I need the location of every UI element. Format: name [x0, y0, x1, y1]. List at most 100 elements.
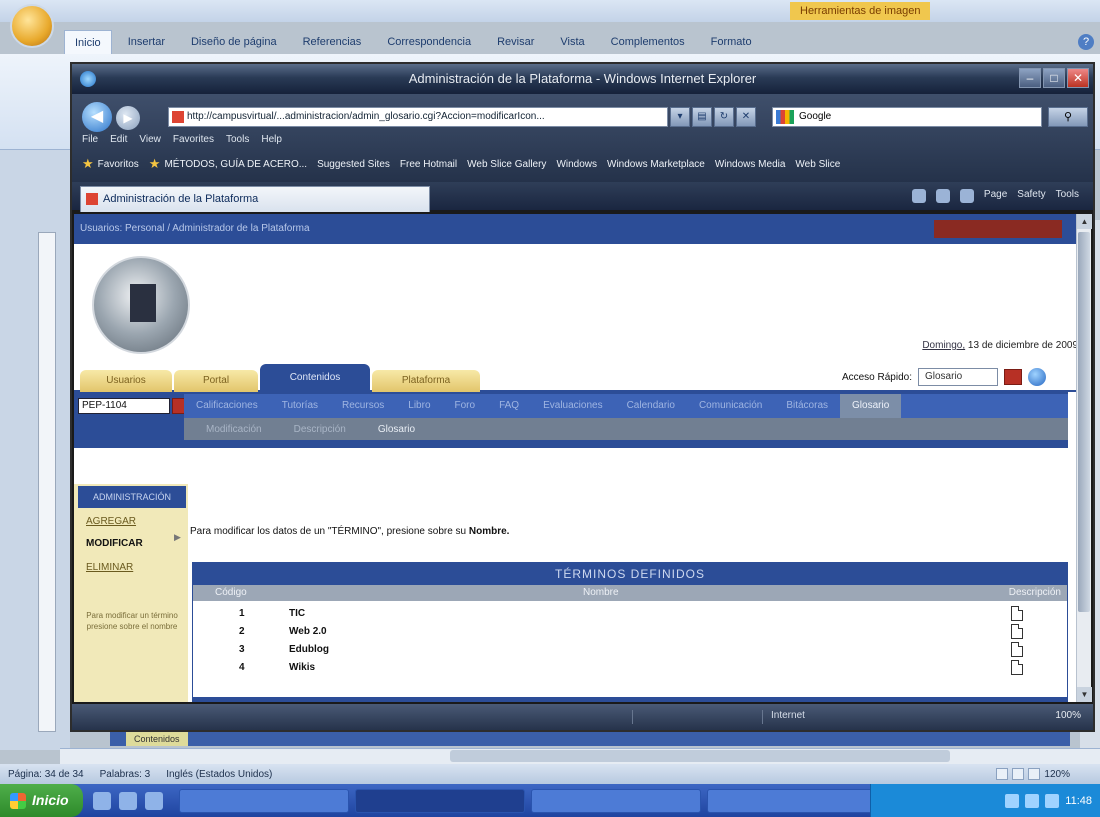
favorite-link[interactable]: Web Slice Gallery	[467, 156, 546, 172]
sidebar-item-eliminar[interactable]: ELIMINAR	[86, 562, 133, 573]
document-icon[interactable]	[1011, 660, 1023, 675]
subnav-item-glosario[interactable]: Glosario	[840, 394, 902, 418]
taskbar-window-button[interactable]	[530, 788, 701, 813]
cmd-page[interactable]: Page	[984, 189, 1007, 203]
subnav-item[interactable]: Libro	[396, 394, 442, 418]
sidebar-item-agregar[interactable]: AGREGAR	[86, 516, 136, 527]
glossary-nav-item[interactable]: Descripción	[280, 424, 360, 435]
menu-view[interactable]: View	[139, 134, 161, 145]
cmd-safety[interactable]: Safety	[1017, 189, 1045, 203]
favorite-link[interactable]: Windows	[556, 156, 597, 172]
subnav-item[interactable]: Foro	[443, 394, 488, 418]
term-name-link[interactable]: TIC	[289, 608, 305, 619]
view-mode-icon[interactable]	[996, 768, 1009, 780]
term-name-link[interactable]: Wikis	[289, 662, 315, 673]
word-tab-4[interactable]: Correspondencia	[377, 30, 481, 54]
menu-favorites[interactable]: Favorites	[173, 134, 214, 145]
word-tab-3[interactable]: Referencias	[293, 30, 372, 54]
back-button[interactable]: ◀	[82, 102, 112, 132]
volume-icon[interactable]	[1025, 793, 1040, 808]
favorite-link[interactable]: Free Hotmail	[400, 156, 457, 172]
desktop-icon[interactable]	[92, 791, 111, 810]
favorite-link[interactable]: ★ MÉTODOS, GUÍA DE ACERO...	[149, 156, 307, 172]
refresh-button[interactable]: ↻	[714, 107, 734, 127]
subnav-item[interactable]: Bitácoras	[774, 394, 840, 418]
subnav-item[interactable]: Calendario	[615, 394, 687, 418]
word-status-language[interactable]: Inglés (Estados Unidos)	[166, 769, 272, 780]
word-zoom-level[interactable]: 120%	[1044, 769, 1070, 780]
word-tab-0[interactable]: Inicio	[64, 30, 112, 54]
document-icon[interactable]	[1011, 624, 1023, 639]
close-button[interactable]: ✕	[1067, 68, 1089, 88]
word-tab-2[interactable]: Diseño de página	[181, 30, 287, 54]
tab-contenidos[interactable]: Contenidos	[260, 364, 370, 392]
course-select[interactable]: PEP-1104	[78, 398, 170, 414]
subnav-item[interactable]: Evaluaciones	[531, 394, 614, 418]
view-mode-icon[interactable]	[1028, 768, 1041, 780]
network-icon[interactable]	[1005, 793, 1020, 808]
favorites-button[interactable]: ★ Favoritos	[82, 156, 139, 172]
favorite-link[interactable]: Windows Marketplace	[607, 156, 705, 172]
taskbar-window-button[interactable]	[178, 788, 349, 813]
forward-button[interactable]: ▶	[116, 106, 140, 130]
cmd-tools[interactable]: Tools	[1056, 189, 1079, 203]
scroll-thumb[interactable]	[1078, 232, 1090, 612]
document-icon[interactable]	[1011, 642, 1023, 657]
page-scrollbar[interactable]: ▲ ▼	[1076, 214, 1092, 702]
search-button[interactable]: ⚲	[1048, 107, 1088, 127]
scroll-down-icon[interactable]: ▼	[1077, 687, 1092, 702]
clock[interactable]: 11:48	[1065, 795, 1092, 807]
glossary-nav-item-active[interactable]: Glosario	[364, 424, 429, 435]
tab-plataforma[interactable]: Plataforma	[372, 370, 480, 392]
tab-portal[interactable]: Portal	[174, 370, 258, 392]
view-mode-icon[interactable]	[1012, 768, 1025, 780]
word-tab-8[interactable]: Formato	[701, 30, 762, 54]
word-help-icon[interactable]: ?	[1078, 34, 1094, 50]
favorite-link[interactable]: Windows Media	[715, 156, 786, 172]
glossary-nav-item[interactable]: Modificación	[192, 424, 276, 435]
word-tab-1[interactable]: Insertar	[118, 30, 175, 54]
address-dropdown-button[interactable]: ▾	[670, 107, 690, 127]
print-icon[interactable]	[959, 189, 974, 203]
word-tab-5[interactable]: Revisar	[487, 30, 544, 54]
menu-help[interactable]: Help	[261, 134, 282, 145]
favorite-link[interactable]: Suggested Sites	[317, 156, 390, 172]
start-button[interactable]: Inicio	[0, 784, 83, 817]
word-context-tab[interactable]: Herramientas de imagen	[790, 2, 931, 20]
word-scroll-thumb[interactable]	[450, 750, 950, 762]
favorite-link[interactable]: Web Slice	[795, 156, 840, 172]
menu-edit[interactable]: Edit	[110, 134, 127, 145]
help-icon[interactable]	[1028, 368, 1046, 386]
office-button[interactable]	[10, 4, 54, 48]
word-status-page[interactable]: Página: 34 de 34	[8, 769, 84, 780]
media-icon[interactable]	[144, 791, 163, 810]
search-input[interactable]: Google	[772, 107, 1042, 127]
minimize-button[interactable]: –	[1019, 68, 1041, 88]
term-name-link[interactable]: Web 2.0	[289, 626, 327, 637]
subnav-item[interactable]: Calificaciones	[184, 394, 270, 418]
sidebar-item-modificar[interactable]: MODIFICAR	[86, 538, 143, 549]
word-tab-7[interactable]: Complementos	[601, 30, 695, 54]
compatibility-icon[interactable]: ▤	[692, 107, 712, 127]
security-icon[interactable]	[1045, 793, 1060, 808]
subnav-item[interactable]: Tutorías	[270, 394, 330, 418]
scroll-up-icon[interactable]: ▲	[1077, 214, 1092, 229]
subnav-item[interactable]: Recursos	[330, 394, 396, 418]
quick-access-go-button[interactable]	[1004, 369, 1022, 385]
taskbar-window-button[interactable]	[354, 788, 525, 813]
taskbar-window-button[interactable]	[706, 788, 877, 813]
stop-button[interactable]: ✕	[736, 107, 756, 127]
word-status-words[interactable]: Palabras: 3	[100, 769, 151, 780]
browser-zoom[interactable]: 100%	[1055, 710, 1081, 721]
document-icon[interactable]	[1011, 606, 1023, 621]
browser-tab[interactable]: Administración de la Plataforma	[80, 186, 430, 212]
tab-usuarios[interactable]: Usuarios	[80, 370, 172, 392]
subnav-item[interactable]: Comunicación	[687, 394, 774, 418]
menu-tools[interactable]: Tools	[226, 134, 249, 145]
maximize-button[interactable]: □	[1043, 68, 1065, 88]
browser-icon[interactable]	[118, 791, 137, 810]
feeds-icon[interactable]	[935, 189, 950, 203]
quick-access-select[interactable]: Glosario	[918, 368, 998, 386]
term-name-link[interactable]: Edublog	[289, 644, 329, 655]
word-tab-6[interactable]: Vista	[550, 30, 594, 54]
